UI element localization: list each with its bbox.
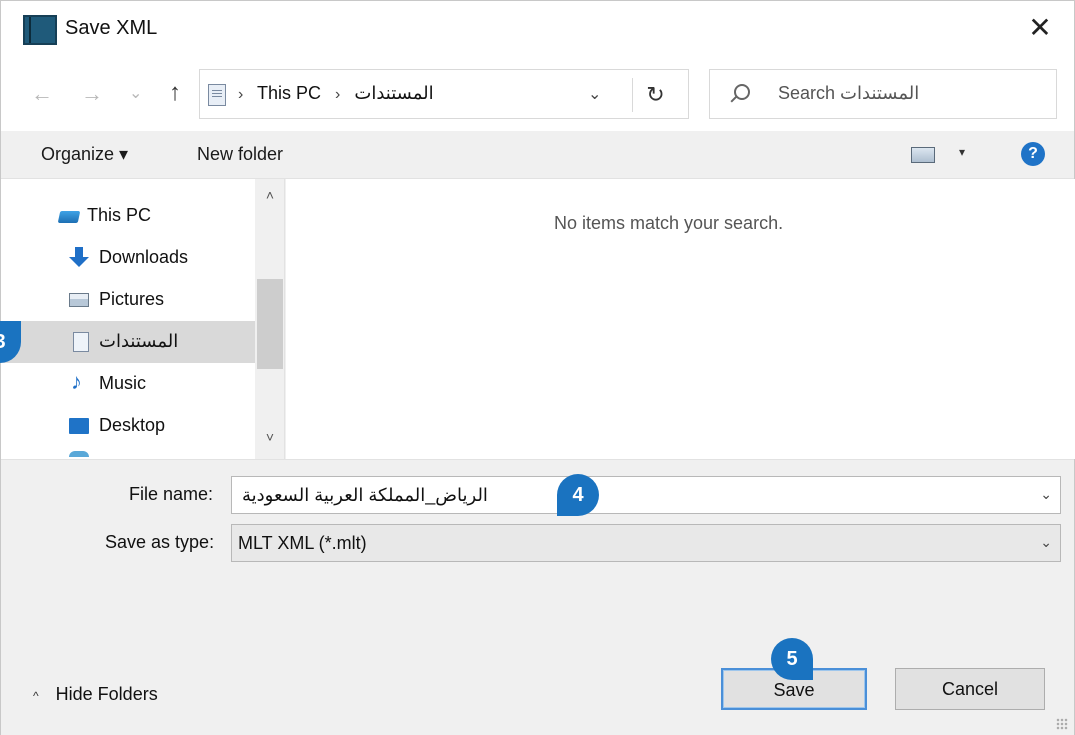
sidebar-item-music[interactable]: ♪ Music [1,363,255,405]
save-form: File name: الرياض_المملكة العربية السعود… [1,459,1074,735]
search-box[interactable]: Search المستندات [709,69,1057,119]
cancel-button[interactable]: Cancel [895,668,1045,710]
sidebar-item-partial[interactable] [1,447,255,459]
save-type-label: Save as type: [105,532,215,552]
music-icon: ♪ [71,369,82,394]
sidebar-item-label: Desktop [99,415,166,435]
search-icon [734,84,750,100]
desktop-icon [69,418,89,434]
sidebar-item-label: Music [99,373,147,393]
file-name-field[interactable]: الرياض_المملكة العربية السعودية ⌄ [231,476,1061,514]
command-toolbar: Organize ▾ New folder ▾ ? [1,131,1074,179]
sidebar-item-desktop[interactable]: Desktop [1,405,255,447]
sidebar-item-label: Downloads [99,247,189,267]
breadcrumb-documents[interactable]: المستندات [354,83,433,103]
save-type-select[interactable]: MLT XML (*.mlt) ⌄ [231,524,1061,562]
file-name-value: الرياض_المملكة العربية السعودية [242,485,488,505]
chevron-down-icon[interactable]: ⌄ [1040,486,1052,503]
step-callout-4: 4 [557,474,599,516]
address-bar[interactable]: › This PC › المستندات ⌄ ↻ [199,69,689,119]
navigation-bar: ← → ⌄ ↑ › This PC › المستندات ⌄ ↻ Search… [1,61,1074,131]
navigation-pane: This PC Downloads Pictures المستندات ♪ M… [1,179,285,459]
step-callout-5: 5 [771,638,813,680]
sidebar-item-documents[interactable]: المستندات [1,321,255,363]
hide-folders-button[interactable]: ^ Hide Folders [33,684,158,705]
hide-folders-label: Hide Folders [55,684,158,704]
app-icon [23,15,57,45]
downloads-icon [69,247,89,269]
onedrive-icon [69,451,89,457]
view-options-icon[interactable] [911,147,935,163]
breadcrumb: › This PC › المستندات [238,83,434,104]
breadcrumb-this-pc[interactable]: This PC [257,83,321,103]
view-options-caret-icon[interactable]: ▾ [959,145,965,159]
chevron-down-icon[interactable]: ⌄ [588,84,601,104]
save-xml-dialog: Save XML ✕ ← → ⌄ ↑ › This PC › المستندات… [0,0,1075,735]
sidebar-item-label: Pictures [99,289,165,309]
help-icon[interactable]: ? [1021,142,1045,166]
save-type-value: MLT XML (*.mlt) [238,533,367,553]
documents-icon [208,84,226,106]
sidebar-item-downloads[interactable]: Downloads [1,237,255,279]
chevron-up-icon: ^ [33,689,39,703]
sidebar-item-this-pc[interactable]: This PC [1,195,255,237]
scroll-up-icon[interactable]: ˄ [255,187,284,203]
dialog-title: Save XML [65,17,158,39]
up-arrow-icon[interactable]: ↑ [169,79,181,107]
empty-results-message: No items match your search. [554,213,784,233]
scrollbar-thumb[interactable] [257,279,283,369]
breadcrumb-separator: › [335,86,341,103]
file-list-pane[interactable]: No items match your search. [286,179,1075,459]
sidebar-item-label: المستندات [99,331,179,351]
pictures-icon [69,293,89,307]
recent-locations-icon[interactable]: ⌄ [129,83,142,103]
file-name-label: File name: [129,484,214,504]
sidebar-item-pictures[interactable]: Pictures [1,279,255,321]
close-button[interactable]: ✕ [1024,11,1056,45]
resize-grip-icon[interactable] [1056,718,1068,730]
chevron-down-icon[interactable]: ⌄ [1040,534,1052,551]
pc-icon [57,211,81,223]
sidebar-scrollbar[interactable]: ˄ ˅ [255,179,284,459]
title-bar: Save XML ✕ [1,1,1074,61]
back-arrow-icon[interactable]: ← [31,81,53,107]
organize-button[interactable]: Organize ▾ [41,144,128,165]
breadcrumb-separator: › [238,86,244,103]
new-folder-button[interactable]: New folder [197,144,283,165]
forward-arrow-icon[interactable]: → [81,81,103,107]
sidebar-item-label: This PC [87,205,152,225]
scroll-down-icon[interactable]: ˅ [255,429,284,445]
documents-icon [73,332,89,352]
search-input[interactable]: Search المستندات [778,83,919,104]
refresh-icon[interactable]: ↻ [632,78,678,112]
